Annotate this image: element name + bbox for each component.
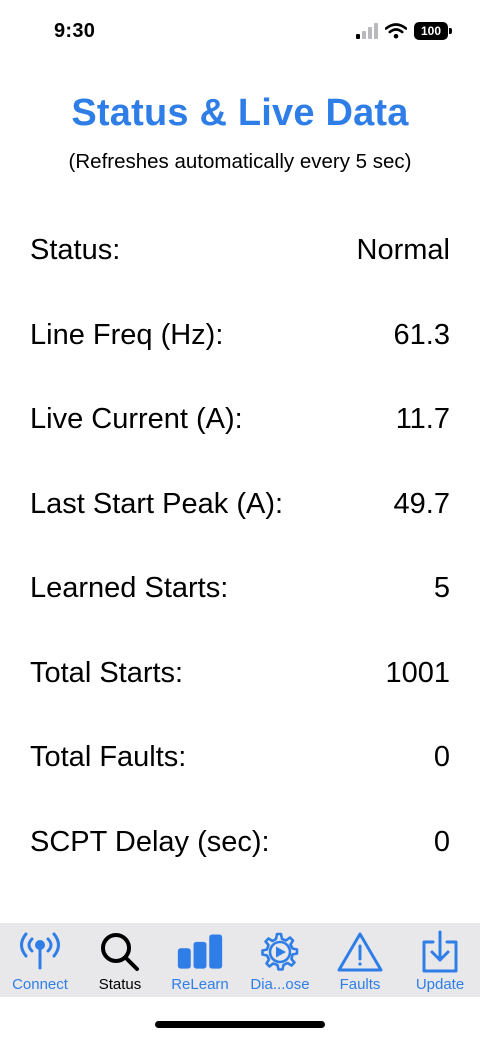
tab-faults[interactable]: Faults [320, 923, 400, 997]
row-label: Last Start Peak (A): [30, 487, 284, 520]
wifi-icon [385, 23, 407, 39]
row-label: Total Starts: [30, 656, 184, 689]
tab-label: Update [415, 976, 465, 993]
row-value: 1001 [385, 656, 450, 689]
row-value: 0 [433, 825, 450, 858]
data-row-total-starts: Total Starts: 1001 [30, 651, 450, 736]
tab-update[interactable]: Update [400, 923, 480, 997]
tab-label: Connect [12, 976, 68, 993]
row-value: 49.7 [393, 487, 450, 520]
tab-label: Status [98, 976, 142, 993]
tab-relearn[interactable]: ReLearn [160, 923, 240, 997]
data-row-scpt-delay: SCPT Delay (sec): 0 [30, 820, 450, 905]
tab-label: Faults [339, 976, 381, 993]
row-label: Line Freq (Hz): [30, 318, 224, 351]
warning-icon [336, 929, 384, 975]
status-bar: 9:30 100 [0, 0, 480, 64]
page-subtitle: (Refreshes automatically every 5 sec) [68, 150, 412, 173]
tab-label: Dia...ose [250, 976, 310, 993]
data-row-line-freq: Line Freq (Hz): 61.3 [30, 313, 450, 398]
data-row-last-start-peak: Last Start Peak (A): 49.7 [30, 482, 450, 567]
row-value: 61.3 [393, 318, 450, 351]
row-label: Live Current (A): [30, 403, 243, 435]
home-indicator[interactable] [155, 1021, 325, 1028]
data-row-status: Status: Normal [30, 228, 450, 313]
row-label: Learned Starts: [30, 572, 229, 604]
data-row-total-faults: Total Faults: 0 [30, 735, 450, 820]
row-label: SCPT Delay (sec): [30, 825, 270, 858]
status-icons: 100 [356, 22, 452, 40]
antenna-icon [16, 929, 64, 975]
tab-connect[interactable]: Connect [0, 923, 80, 997]
row-value: 0 [433, 741, 450, 773]
download-icon [416, 929, 464, 975]
row-value: Normal [356, 234, 450, 266]
row-label: Status: [30, 234, 121, 266]
magnifier-icon [96, 929, 144, 975]
tab-label: ReLearn [171, 976, 229, 993]
tab-status[interactable]: Status [80, 923, 160, 997]
battery-level: 100 [420, 24, 442, 38]
cellular-signal-icon [356, 23, 378, 39]
bars-icon [176, 929, 224, 975]
row-value: 11.7 [395, 403, 450, 435]
status-time: 9:30 [54, 20, 96, 42]
battery-icon: 100 [414, 22, 452, 40]
data-row-learned-starts: Learned Starts: 5 [30, 566, 450, 651]
page-title: Status & Live Data [71, 92, 409, 134]
row-value: 5 [433, 572, 450, 604]
tab-bar: Connect Status ReLearn Dia...ose Faults … [0, 923, 480, 997]
row-label: Total Faults: [30, 741, 187, 773]
tab-diagnose[interactable]: Dia...ose [240, 923, 320, 997]
data-row-live-current: Live Current (A): 11.7 [30, 397, 450, 482]
live-data-list: Status: Normal Line Freq (Hz): 61.3 Live… [30, 228, 450, 904]
gear-icon [256, 929, 304, 975]
